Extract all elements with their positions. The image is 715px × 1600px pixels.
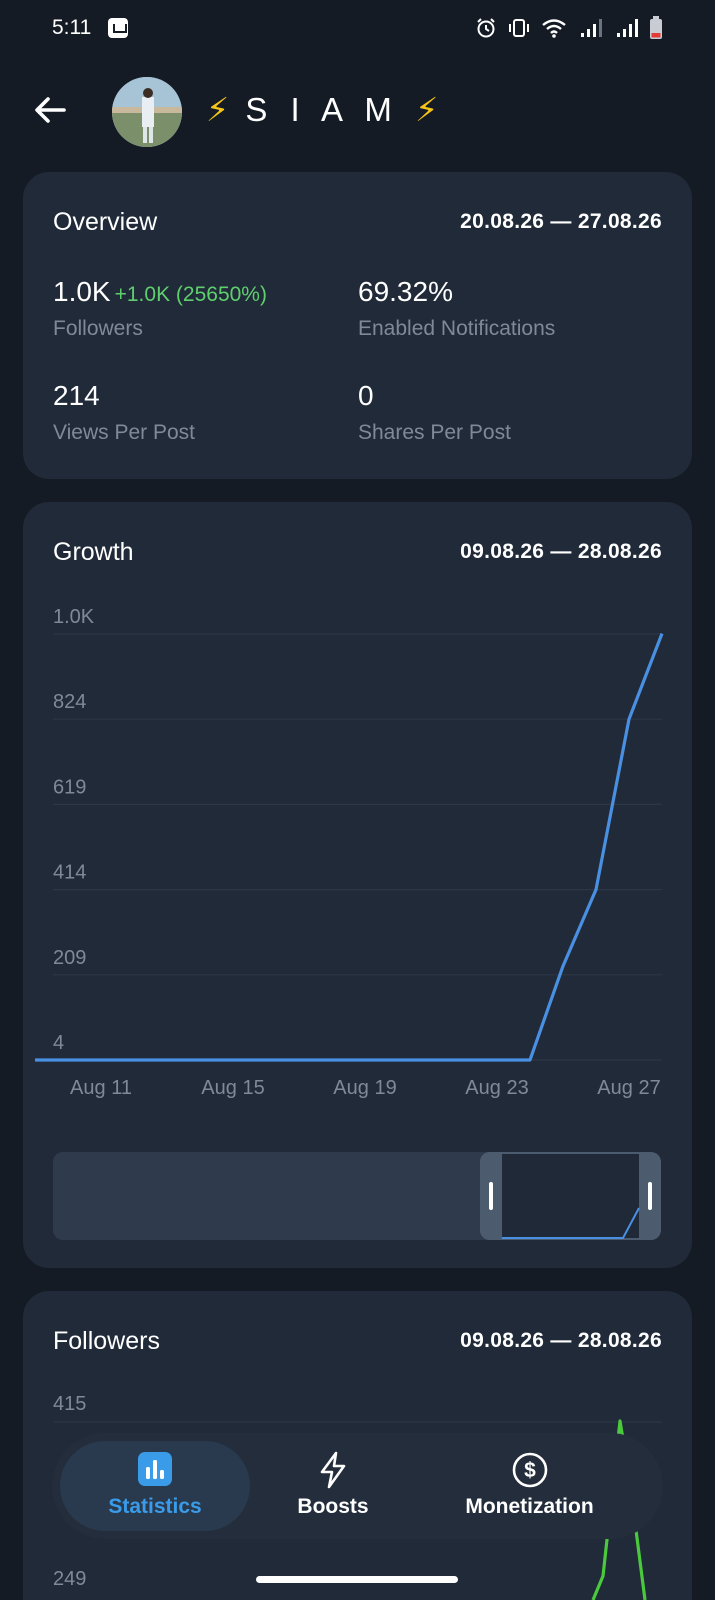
growth-ytick-label: 824 — [53, 691, 86, 713]
svg-text:$: $ — [524, 1459, 536, 1482]
wifi-icon — [542, 19, 566, 38]
growth-ytick-label: 4 — [53, 1032, 64, 1054]
status-time: 5:11 — [52, 16, 92, 39]
tab-boosts-label: Boosts — [297, 1495, 369, 1518]
dollar-coin-icon: $ — [512, 1452, 547, 1488]
tab-statistics[interactable]: Statistics — [60, 1441, 250, 1531]
growth-card: Growth 09.08.26 — 28.08.26 1.0K 824 619 414… — [23, 502, 692, 1268]
growth-series-line — [35, 633, 664, 1062]
followers-delta: +1.0K (25650%) — [114, 283, 267, 306]
tab-statistics-label: Statistics — [108, 1495, 202, 1518]
overview-title: Overview — [53, 208, 158, 236]
tab-boosts[interactable]: Boosts — [252, 1441, 414, 1531]
followers-ytick-415: 415 — [53, 1393, 86, 1415]
growth-xtick-label: Aug 27 — [597, 1077, 660, 1099]
status-icons — [475, 16, 663, 40]
growth-ytick-label: 414 — [53, 862, 86, 884]
lightning-emoji-icon: ⚡ — [415, 91, 439, 128]
growth-ytick-label: 619 — [53, 776, 86, 798]
battery-low-icon — [650, 16, 662, 39]
range-mini-line — [502, 1207, 640, 1239]
growth-xtick-label: Aug 15 — [201, 1077, 264, 1099]
channel-title: ⚡ S I A M ⚡ — [206, 90, 438, 129]
growth-ytick-label: 1.0K — [53, 606, 95, 628]
growth-xtick-label: Aug 19 — [333, 1077, 396, 1099]
views-per-post-value: 214 — [53, 380, 100, 411]
followers-value: 1.0K — [53, 276, 111, 307]
range-selector[interactable] — [53, 1152, 661, 1240]
tab-monetization[interactable]: $ Monetization — [437, 1441, 622, 1531]
growth-ytick-label: 209 — [53, 947, 86, 969]
notifications-value: 69.32% — [358, 276, 453, 307]
statistics-chart-icon — [138, 1452, 172, 1486]
shares-per-post-label: Shares Per Post — [358, 421, 511, 444]
vibrate-icon — [509, 19, 529, 37]
channel-name: S I A M — [245, 91, 399, 128]
channel-avatar[interactable] — [112, 77, 182, 147]
signal-icon — [617, 19, 638, 37]
signal-icon — [581, 19, 602, 37]
growth-xtick-label: Aug 23 — [465, 1077, 528, 1099]
lightning-emoji-icon: ⚡ — [206, 91, 230, 128]
notification-icon — [108, 18, 128, 38]
home-indicator[interactable] — [256, 1576, 458, 1583]
shares-per-post-value: 0 — [358, 380, 374, 411]
growth-xtick-label: Aug 11 — [70, 1077, 132, 1099]
followers-stat: 1.0K +1.0K (25650%) — [53, 276, 267, 308]
bottom-navigation: Statistics Boosts $ Monetization — [52, 1433, 663, 1539]
followers-label: Followers — [53, 317, 143, 340]
status-bar: 5:11 — [0, 0, 715, 60]
tab-monetization-label: Monetization — [465, 1495, 594, 1518]
overview-card: Overview 20.08.26 — 27.08.26 1.0K +1.0K (… — [23, 172, 692, 479]
views-per-post-label: Views Per Post — [53, 421, 196, 444]
avatar-photo — [112, 77, 182, 147]
alarm-icon — [477, 18, 495, 38]
followers-ytick-249: 249 — [53, 1568, 86, 1590]
lightning-bolt-icon — [320, 1451, 346, 1489]
back-arrow-icon[interactable] — [30, 90, 70, 130]
notifications-label: Enabled Notifications — [358, 317, 556, 340]
chat-header: ⚡ S I A M ⚡ — [0, 70, 715, 154]
overview-date-range[interactable]: 20.08.26 — 27.08.26 — [460, 210, 662, 234]
